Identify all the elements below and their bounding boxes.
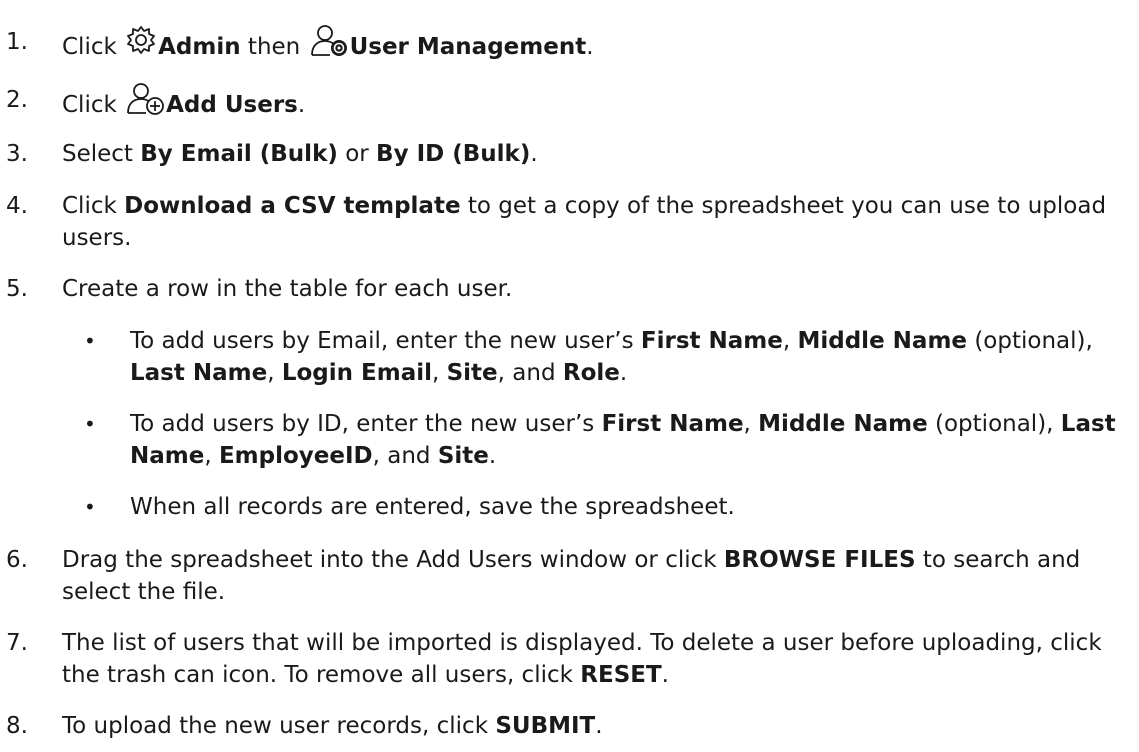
bullet-dot: • bbox=[84, 329, 96, 353]
step-text: Create a row in the table for each user. bbox=[62, 276, 513, 302]
bullet-text: When all records are entered, save the s… bbox=[130, 494, 735, 520]
add-users-label: Add Users bbox=[166, 92, 298, 118]
step-number: 1. bbox=[6, 29, 28, 55]
step-text: To upload the new user records, click SU… bbox=[62, 713, 603, 739]
step-text: Select By Email (Bulk) or By ID (Bulk). bbox=[62, 141, 538, 167]
step-text: Click Add Users. bbox=[62, 81, 1130, 127]
user-management-label: User Management bbox=[349, 34, 587, 60]
step-number: 2. bbox=[6, 87, 28, 113]
instruction-list: 1. Click Admin then User Management. 2. … bbox=[0, 0, 1139, 752]
admin-label: Admin bbox=[158, 34, 241, 60]
bullet-dot: • bbox=[84, 495, 96, 519]
step-text: Click Admin then User Management. bbox=[62, 23, 1130, 69]
bullet-text: To add users by ID, enter the new user’s… bbox=[130, 411, 1116, 469]
step-number: 5. bbox=[6, 276, 28, 302]
user-gear-icon bbox=[310, 23, 348, 66]
step-number: 6. bbox=[6, 547, 28, 573]
step-text: Click Download a CSV template to get a c… bbox=[62, 193, 1107, 251]
step-text: The list of users that will be imported … bbox=[62, 630, 1102, 688]
step-number: 3. bbox=[6, 141, 28, 167]
user-add-icon bbox=[126, 81, 165, 124]
bullet-dot: • bbox=[84, 412, 96, 436]
bullet-text: To add users by Email, enter the new use… bbox=[130, 328, 1093, 386]
gear-icon bbox=[126, 25, 156, 64]
step-text: Drag the spreadsheet into the Add Users … bbox=[62, 547, 1081, 605]
step-number: 4. bbox=[6, 193, 28, 219]
step-number: 7. bbox=[6, 630, 28, 656]
step-number: 8. bbox=[6, 713, 28, 739]
